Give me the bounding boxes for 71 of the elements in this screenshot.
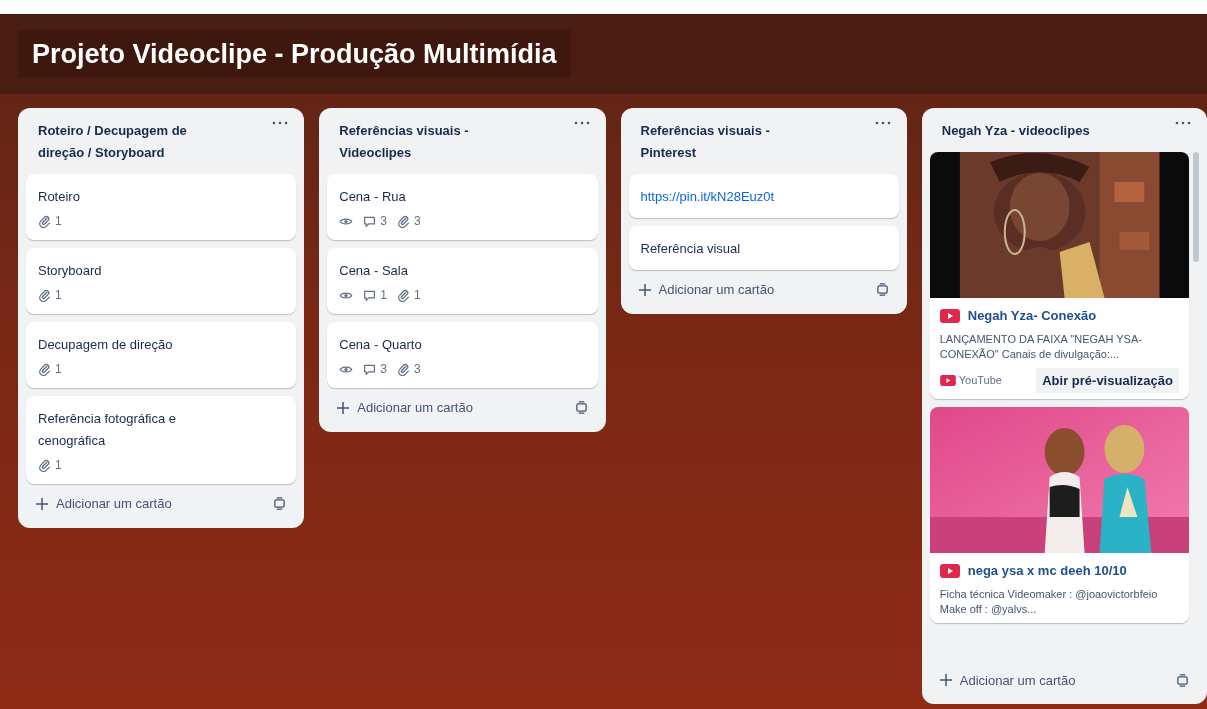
card-title: Referência visual (640, 240, 742, 258)
badge-count: 1 (55, 213, 62, 230)
template-icon[interactable] (574, 401, 588, 415)
video-link[interactable]: Negah Yza- Conexão (967, 306, 1097, 326)
speech-bubble-icon (363, 288, 377, 302)
template-icon[interactable] (1176, 673, 1189, 687)
badge-count: 3 (413, 361, 421, 378)
paperclip-icon (38, 458, 51, 472)
video-play-icon (939, 308, 960, 323)
paperclip-icon (396, 362, 410, 376)
card-title: Referência fotográfica e cenográfica (38, 410, 178, 450)
badge-count: 1 (413, 287, 421, 304)
paperclip-icon (396, 214, 410, 228)
card-title: Cena - Sala (339, 262, 409, 280)
paperclip-icon (38, 288, 51, 302)
menu-icon[interactable] (1175, 120, 1191, 126)
source-label: YouTube (958, 373, 1002, 388)
card[interactable]: Referência visual (628, 226, 899, 270)
card[interactable]: Cena - Rua 3 3 (327, 174, 598, 240)
badge-count: 1 (380, 287, 387, 304)
video-description: LANÇAMENTO DA FAIXA "NEGAH YSA-CONEXÃO" Canais de divulgação:... (939, 331, 1143, 362)
menu-icon[interactable] (874, 120, 891, 126)
speech-bubble-icon (363, 362, 377, 376)
plus-icon (939, 674, 952, 687)
menu-icon[interactable] (573, 120, 590, 126)
add-card-button[interactable]: Adicionar um cartão (939, 670, 1076, 690)
preview-button[interactable]: Abir pré-visualização (1036, 367, 1179, 393)
card[interactable]: Roteiro 1 (26, 174, 297, 240)
badge-count: 1 (55, 361, 62, 378)
plus-icon (337, 401, 350, 414)
add-card-button[interactable]: Adicionar um cartão (638, 280, 775, 300)
video-play-icon (939, 563, 960, 578)
add-card-button[interactable]: Adicionar um cartão (36, 494, 172, 514)
card[interactable]: Decupagem de direção 1 (26, 322, 297, 388)
paperclip-icon (38, 214, 51, 228)
add-card-button[interactable]: Adicionar um cartão (337, 398, 473, 418)
card-title: Decupagem de direção (38, 336, 174, 354)
board-title: Projeto Videoclipe - Produção Multimídia (18, 29, 571, 79)
badge-count: 1 (55, 287, 62, 304)
list-title: Negah Yza - videoclipes (941, 122, 1090, 140)
video-description: Ficha técnica Videomaker : @joaovictorbfeio Make off : @yalvs... (939, 586, 1159, 617)
card[interactable]: Referência fotográfica e cenográfica 1 (26, 396, 297, 484)
template-icon[interactable] (875, 283, 889, 297)
plus-icon (638, 283, 651, 296)
scrollbar-thumb[interactable] (1193, 152, 1199, 262)
card[interactable]: Cena - Quarto 3 3 (327, 322, 598, 388)
video-card[interactable]: nega ysa x mc deeh 10/10 Ficha técnica Videomaker : @joaovictorbfeio Make off : @yalvs... (929, 407, 1189, 623)
list-title: Referências visuais - Videoclipes (339, 122, 470, 162)
video-link[interactable]: nega ysa x mc deeh 10/10 (967, 561, 1127, 581)
card-title: Cena - Rua (339, 188, 407, 206)
card-title: Cena - Quarto (339, 336, 423, 354)
badge-count: 1 (55, 457, 62, 474)
card[interactable]: Storyboard 1 (26, 248, 297, 314)
badge-count: 3 (380, 213, 387, 230)
speech-bubble-icon (363, 214, 377, 228)
list-title: Roteiro / Decupagem de direção / Storyboard (38, 122, 188, 162)
badge-count: 3 (413, 213, 421, 230)
template-icon[interactable] (273, 497, 287, 511)
video-play-icon (939, 374, 956, 386)
card-title: Roteiro (38, 188, 81, 206)
badge-count: 3 (380, 361, 387, 378)
menu-icon[interactable] (272, 120, 289, 126)
list-title: Referências visuais - Pinterest (640, 122, 771, 162)
card-title: Storyboard (38, 262, 103, 280)
plus-icon (36, 497, 48, 510)
card[interactable]: Cena - Sala 1 1 (327, 248, 598, 314)
paperclip-icon (38, 362, 51, 376)
video-card[interactable]: Negah Yza- Conexão LANÇAMENTO DA FAIXA "NEGAH YSA-CONEXÃO" Canais de divulgação:... YouTube Abir pré-visualização (929, 152, 1189, 399)
card-link[interactable]: https://pin.it/kN28Euz0t (640, 186, 829, 208)
card[interactable]: https://pin.it/kN28Euz0t (628, 174, 899, 218)
paperclip-icon (396, 288, 410, 302)
